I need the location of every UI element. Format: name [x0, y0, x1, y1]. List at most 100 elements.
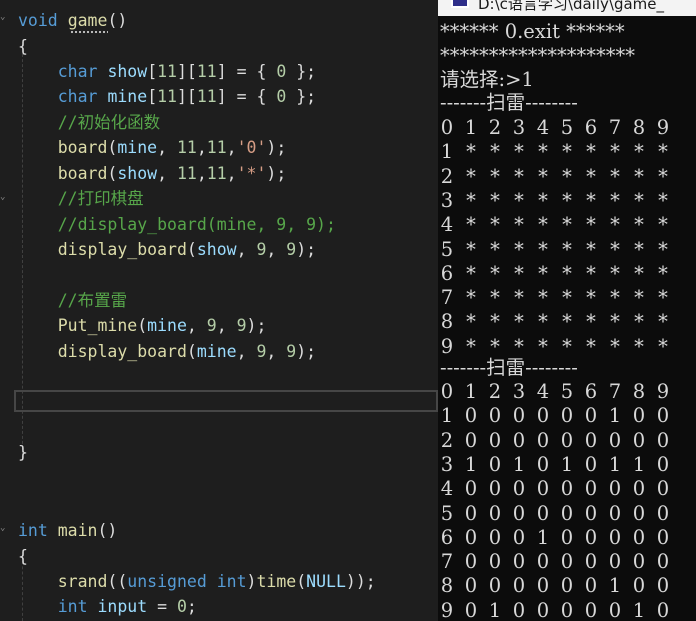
board-cell: *	[634, 286, 644, 310]
code-token: display_board	[57, 342, 187, 361]
board-cell: 1	[608, 404, 622, 428]
code-token: '*'	[236, 164, 267, 183]
board-cell: 7	[608, 380, 622, 403]
code-line[interactable]: //初始化函数	[18, 110, 160, 135]
code-line[interactable]: board(mine, 11,11,'0');	[18, 135, 287, 160]
board-cell: 0	[584, 550, 598, 574]
board-cell: *	[658, 310, 668, 334]
board-cell: 0	[488, 452, 502, 476]
board-row: 1000000100	[440, 404, 696, 428]
code-line[interactable]: Put_mine(mine, 9, 9);	[18, 313, 267, 338]
code-line[interactable]: void game()	[18, 8, 127, 33]
board-cell: *	[634, 188, 644, 212]
board-cell: 9	[440, 598, 454, 621]
board-cell: *	[514, 164, 524, 188]
board-cell: 0	[536, 404, 550, 428]
board-row: 3101010110	[440, 453, 696, 477]
board-cell: 1	[632, 598, 646, 621]
board-cell: 9	[656, 380, 670, 403]
board-cell: 0	[584, 598, 598, 621]
code-line[interactable]: board(show, 11,11,'*');	[18, 161, 287, 186]
code-token: 0	[276, 87, 287, 106]
board-cell: *	[562, 286, 572, 310]
board-cell: 1	[512, 452, 526, 476]
code-token: ,	[226, 164, 237, 183]
board-cell: 0	[488, 574, 502, 598]
board-cell: 0	[560, 477, 574, 501]
board-header: -------扫雷--------	[440, 356, 578, 379]
board-row: 8000000100	[440, 574, 696, 598]
code-token: );	[246, 316, 267, 335]
board-cell: 8	[632, 380, 646, 403]
board-cell: 1	[632, 452, 646, 476]
code-token: (	[137, 316, 148, 335]
board-cell: 6	[584, 116, 598, 139]
board-cell: 5	[440, 501, 454, 525]
code-token: ()	[107, 11, 128, 30]
code-token: (	[107, 138, 118, 157]
board-cell: *	[586, 237, 596, 261]
board-cell: 0	[536, 477, 550, 501]
board-cell: 0	[536, 574, 550, 598]
board-cell: 0	[656, 598, 670, 621]
board-cell: 0	[584, 452, 598, 476]
fold-marker-icon[interactable]: ⌄	[0, 12, 10, 22]
board-cell: *	[610, 164, 620, 188]
board-cell: *	[466, 237, 476, 261]
board-cell: 8	[440, 310, 454, 334]
code-editor[interactable]: ⌄ ⌄ ⌄ void game(){ char show[11][11] = {…	[0, 0, 438, 621]
board-cell: 0	[512, 598, 526, 621]
code-line[interactable]: //打印棋盘	[18, 186, 144, 211]
board-cell: 0	[488, 428, 502, 452]
board-cell: 6	[440, 261, 454, 285]
board-cell: 0	[608, 428, 622, 452]
code-token: show	[117, 164, 158, 183]
menu-exit-line: ****** 0.exit ******	[440, 20, 625, 43]
board-cell: 4	[536, 380, 550, 403]
board-cell: *	[562, 310, 572, 334]
code-token: 11	[157, 62, 177, 81]
board-cell: *	[610, 310, 620, 334]
code-line[interactable]: srand((unsigned int)time(NULL));	[18, 569, 376, 594]
code-line[interactable]: //布置雷	[18, 288, 127, 313]
code-line[interactable]: int main()	[18, 518, 117, 543]
code-token: ] = {	[216, 87, 277, 106]
code-token: 11	[176, 164, 197, 183]
board-cell: *	[490, 188, 500, 212]
code-token: unsigned int	[127, 572, 247, 591]
board-cell: *	[514, 237, 524, 261]
code-line[interactable]: char mine[11][11] = { 0 };	[18, 84, 316, 109]
board-cell: 0	[464, 404, 478, 428]
board-cell: 0	[560, 404, 574, 428]
code-line[interactable]: display_board(mine, 9, 9);	[18, 339, 316, 364]
code-line[interactable]: }	[18, 440, 28, 465]
code-line[interactable]: {	[18, 544, 28, 569]
fold-marker-icon[interactable]: ⌄	[0, 523, 10, 533]
board-cell: *	[562, 140, 572, 164]
board-cell: 0	[512, 477, 526, 501]
code-line[interactable]: //display_board(mine, 9, 9);	[18, 212, 336, 237]
code-token: ][	[177, 87, 197, 106]
code-line[interactable]: int input = 0;	[18, 594, 197, 619]
board-cell: *	[610, 237, 620, 261]
board-row: 6 * * * * * * * * *	[440, 262, 696, 286]
board-cell: 5	[560, 380, 574, 403]
code-token: ,	[186, 316, 207, 335]
board-cell: 5	[560, 116, 574, 139]
code-line[interactable]: {	[18, 34, 28, 59]
board-cell: *	[610, 140, 620, 164]
console-titlebar[interactable]: D:\c语言学习\daily\game_	[438, 0, 696, 16]
code-token: );	[266, 138, 287, 157]
board-cell: *	[610, 286, 620, 310]
console-window[interactable]: D:\c语言学习\daily\game_ ****** 0.exit *****…	[438, 0, 696, 621]
board-cell: 0	[488, 404, 502, 428]
code-line[interactable]: char show[11][11] = { 0 };	[18, 59, 316, 84]
board-cell: 1	[464, 380, 478, 403]
board-cell: *	[490, 140, 500, 164]
code-line[interactable]: display_board(show, 9, 9);	[18, 237, 316, 262]
fold-marker-icon[interactable]: ⌄	[0, 192, 10, 202]
board-cell: 0	[464, 574, 478, 598]
